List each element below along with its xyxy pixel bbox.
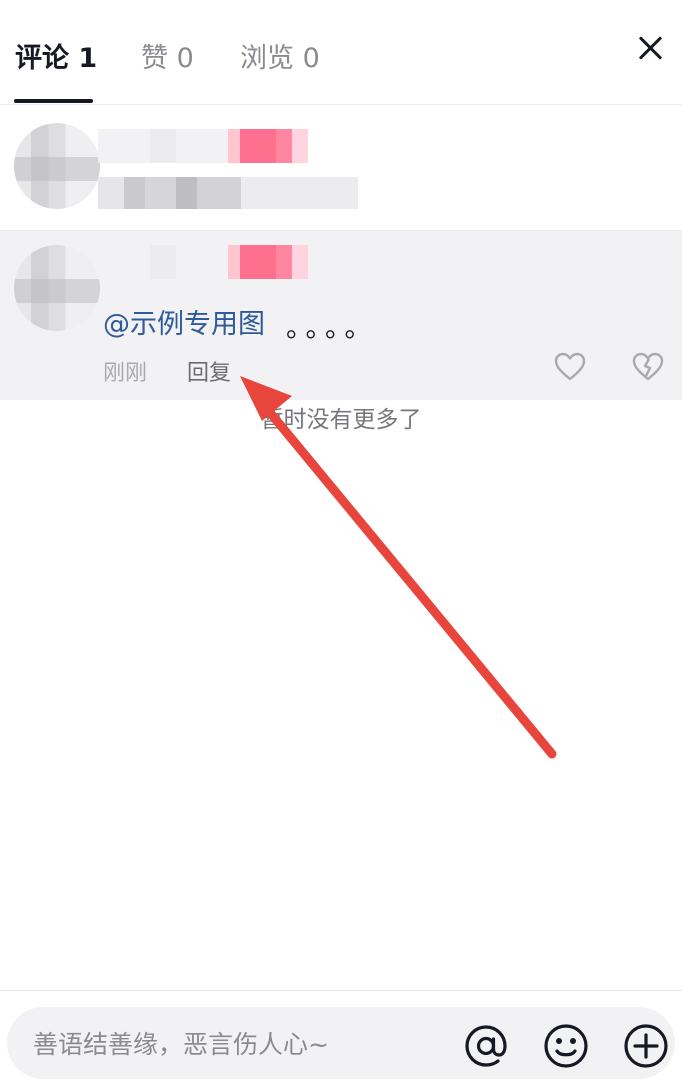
username-redacted xyxy=(98,245,228,279)
comment-time: 刚刚 xyxy=(103,361,148,386)
mention-link[interactable]: @示例专用图 xyxy=(103,302,265,341)
smiley-icon[interactable] xyxy=(543,1023,589,1069)
tab-bar: 评论 1 赞 0 浏览 0 xyxy=(0,0,682,105)
tab-views[interactable]: 浏览 0 xyxy=(240,36,320,75)
tab-comments[interactable]: 评论 1 xyxy=(15,36,97,75)
at-sign-icon[interactable] xyxy=(463,1023,509,1069)
author-badge-redacted xyxy=(228,245,308,279)
divider xyxy=(0,990,682,991)
comment-item xyxy=(0,105,682,231)
close-icon[interactable] xyxy=(632,30,668,66)
comment-composer xyxy=(7,1007,675,1079)
comment-text-redacted xyxy=(98,177,358,209)
plus-circle-icon[interactable] xyxy=(623,1023,669,1069)
active-tab-indicator xyxy=(14,99,93,103)
no-more-hint: 暂时没有更多了 xyxy=(260,407,422,433)
author-badge-redacted xyxy=(228,129,308,163)
broken-heart-icon[interactable] xyxy=(632,352,664,382)
avatar[interactable] xyxy=(14,123,100,209)
heart-outline-icon[interactable] xyxy=(554,352,586,382)
reply-button[interactable]: 回复 xyxy=(187,355,231,387)
avatar[interactable] xyxy=(14,245,100,331)
username-redacted xyxy=(98,129,228,163)
comment-text: 。。。。 xyxy=(286,313,378,344)
tab-likes[interactable]: 赞 0 xyxy=(141,36,194,75)
comment-input[interactable] xyxy=(31,1023,455,1065)
